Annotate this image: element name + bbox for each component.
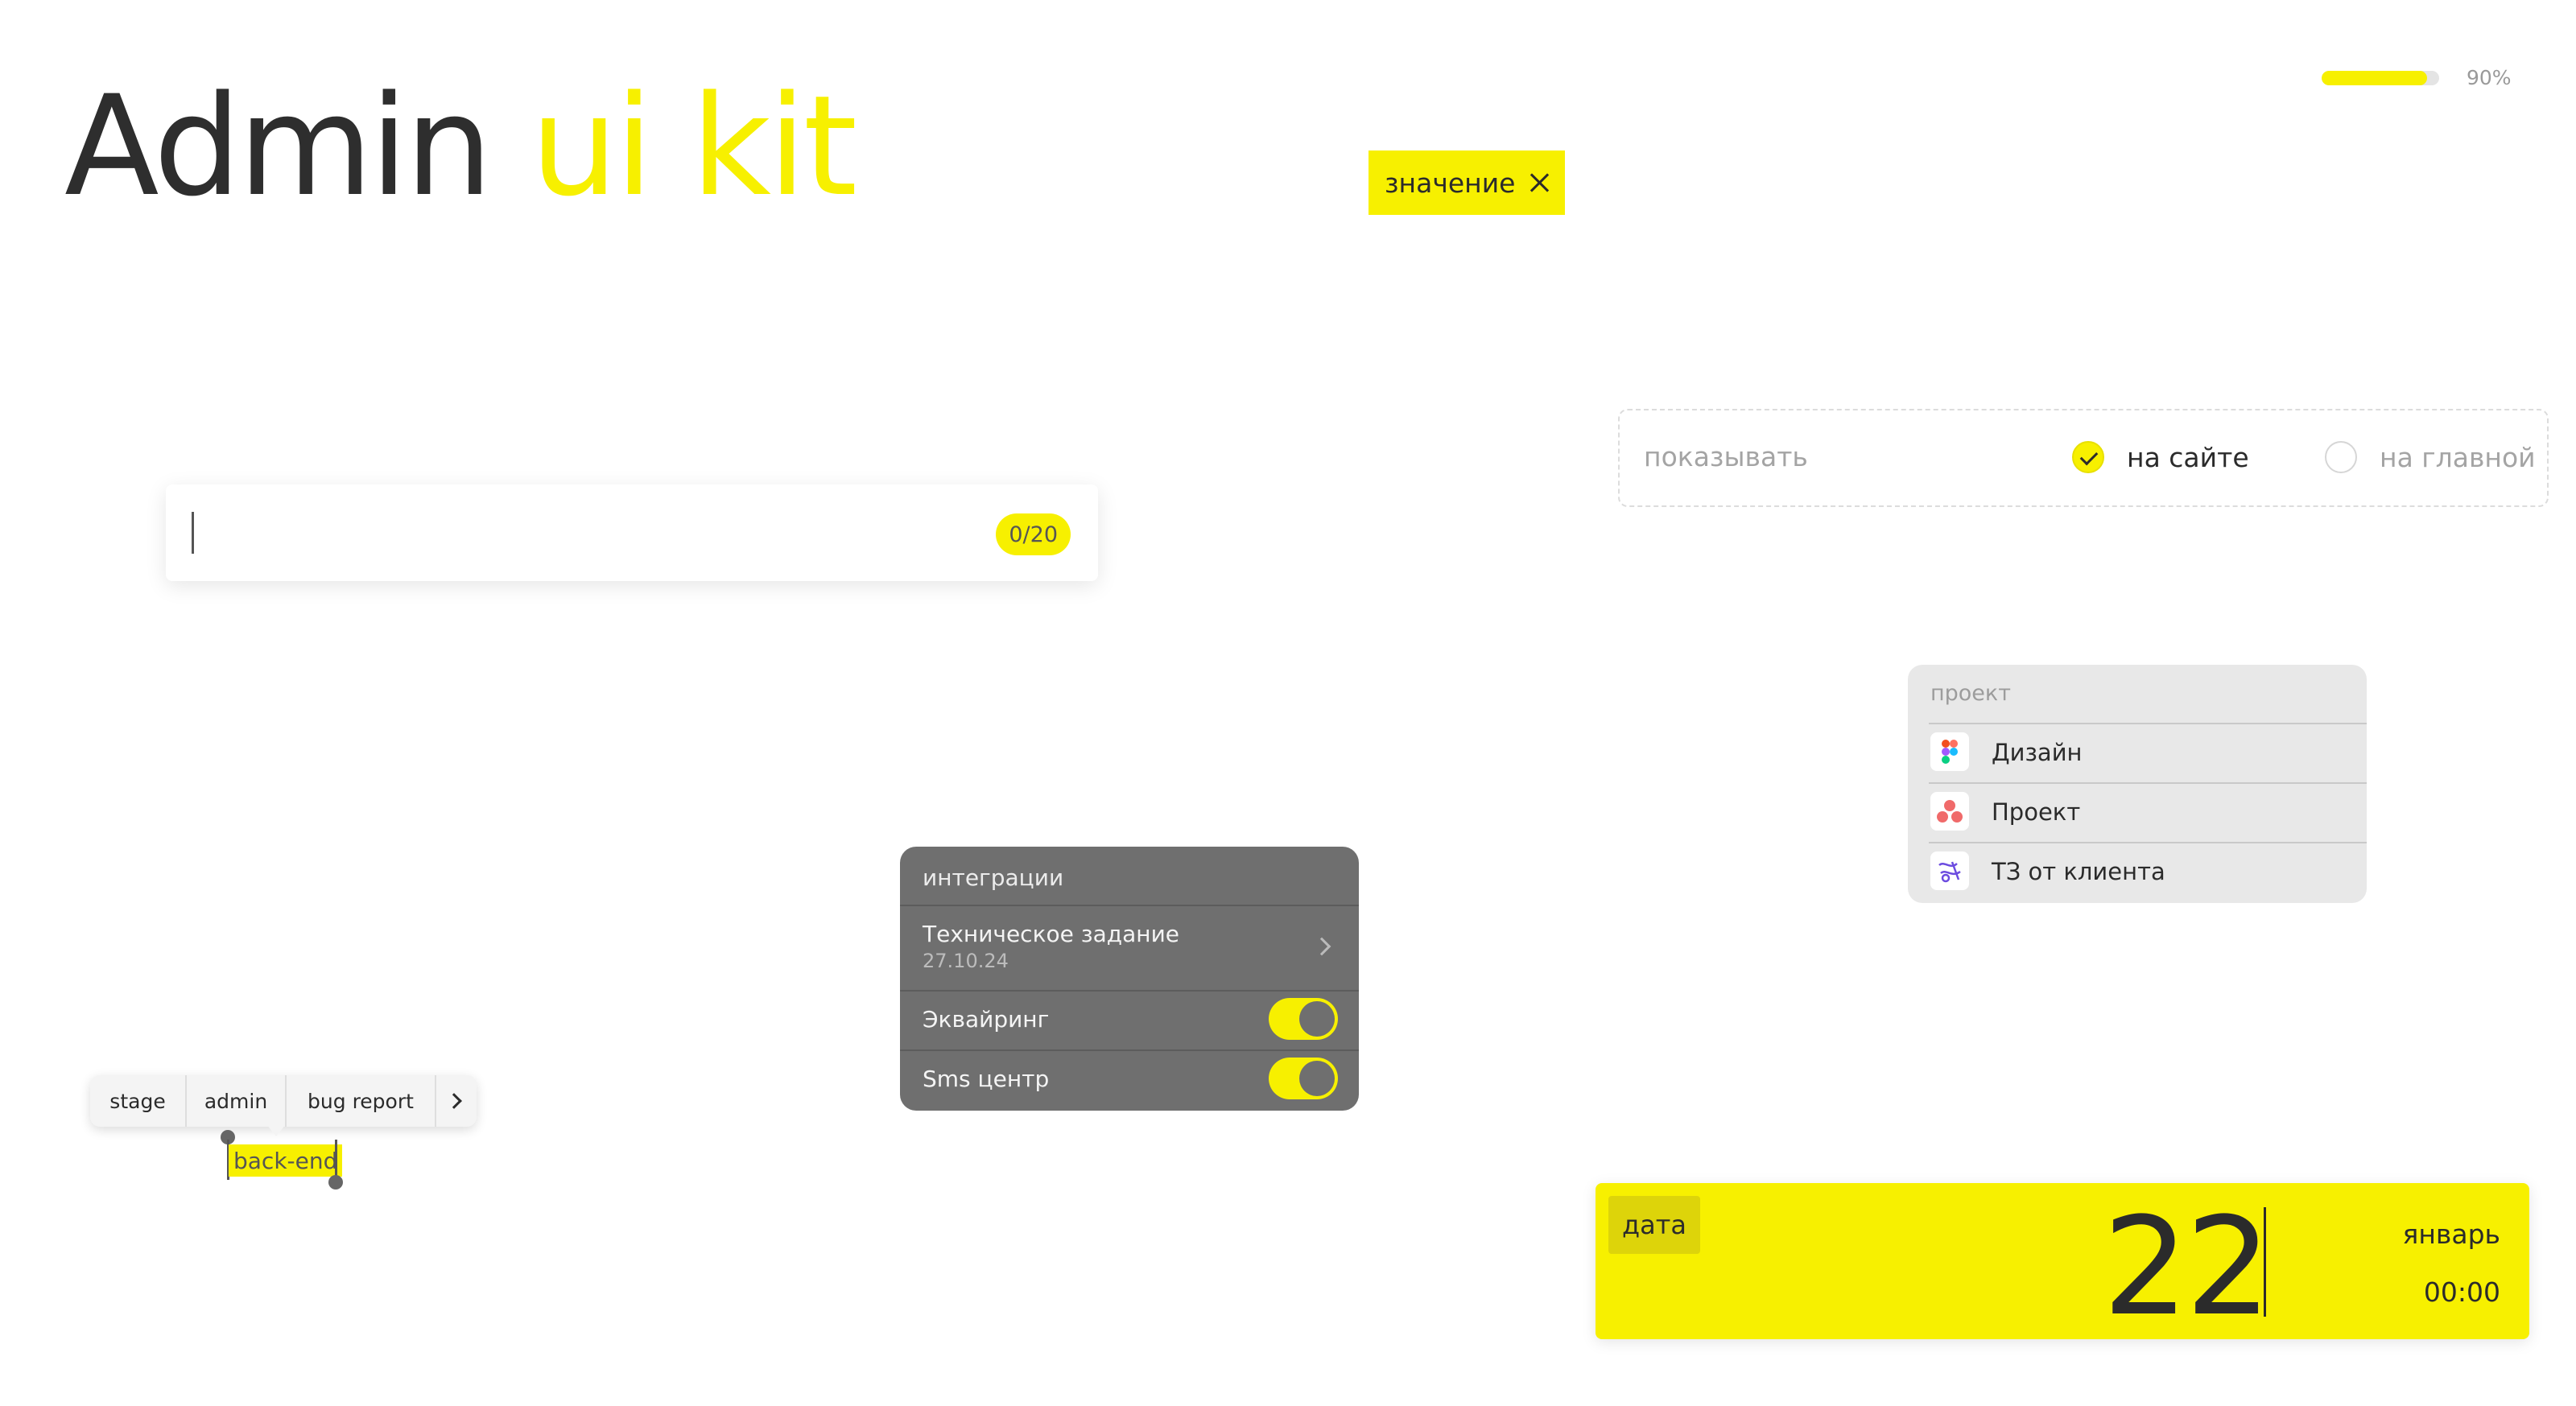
selection-handle-end[interactable] — [328, 1175, 343, 1190]
integration-row-acquiring: Эквайринг — [900, 990, 1359, 1049]
radio-option-label: на главной — [2380, 441, 2536, 473]
sms-toggle[interactable] — [1269, 1058, 1338, 1099]
radio-group-label: показывать — [1644, 441, 1808, 472]
toggle-knob — [1299, 1061, 1335, 1096]
divider — [1929, 782, 2367, 784]
radio-unchecked-icon[interactable] — [2325, 441, 2357, 473]
date-label: дата — [1608, 1196, 1700, 1254]
integration-row-spec[interactable]: Техническое задание 27.10.24 — [900, 905, 1359, 990]
radio-option-label: на сайте — [2127, 441, 2249, 473]
figma-icon — [1930, 732, 1969, 771]
text-input-field[interactable]: 0/20 — [166, 484, 1098, 581]
context-menu: stage admin bug report — [90, 1075, 477, 1127]
value-chip: значение — [1368, 150, 1565, 215]
context-menu-more[interactable] — [436, 1075, 477, 1127]
close-icon[interactable] — [1526, 169, 1554, 196]
date-month[interactable]: январь — [2403, 1218, 2501, 1250]
context-menu-pointer — [267, 1125, 285, 1136]
document-sketch-icon — [1930, 851, 1969, 890]
project-item-design[interactable]: Дизайн — [1908, 723, 2367, 782]
integrations-panel: интеграции Техническое задание 27.10.24 … — [900, 847, 1359, 1111]
divider — [1929, 842, 2367, 843]
integration-label: Эквайринг — [923, 1006, 1050, 1033]
progress-label: 90% — [2467, 66, 2512, 89]
asana-icon — [1930, 792, 1969, 831]
radio-checked-icon[interactable] — [2072, 441, 2104, 473]
project-item-label: Дизайн — [1992, 739, 2083, 766]
title-ui-kit: ui kit — [530, 65, 857, 227]
context-menu-item-stage[interactable]: stage — [90, 1075, 187, 1127]
character-counter: 0/20 — [996, 513, 1071, 555]
integrations-header: интеграции — [923, 864, 1064, 891]
project-item-label: ТЗ от клиента — [1992, 858, 2165, 885]
radio-option-main[interactable]: на главной — [2325, 441, 2536, 473]
progress-track — [2322, 70, 2439, 85]
progress-fill — [2322, 70, 2428, 85]
project-list: проект Дизайн Проект ТЗ от клиента — [1908, 665, 2367, 903]
selected-text[interactable]: back-end — [229, 1144, 343, 1177]
divider — [900, 1049, 1359, 1051]
selection-bar-end — [335, 1140, 337, 1180]
integration-label: Техническое задание — [923, 921, 1180, 947]
project-item-client-spec[interactable]: ТЗ от клиента — [1908, 842, 2367, 901]
chip-label: значение — [1385, 167, 1516, 199]
radio-option-site[interactable]: на сайте — [2072, 441, 2249, 473]
page-title: Admin ui kit — [64, 77, 857, 216]
integration-row-sms: Sms центр — [900, 1049, 1359, 1111]
date-picker[interactable]: дата 22 январь 00:00 — [1596, 1183, 2529, 1339]
progress-indicator: 90% — [2322, 66, 2512, 89]
project-item-project[interactable]: Проект — [1908, 782, 2367, 842]
date-time[interactable]: 00:00 — [2424, 1276, 2500, 1308]
integration-date: 27.10.24 — [923, 950, 1009, 972]
integration-label: Sms центр — [923, 1066, 1050, 1092]
project-item-label: Проект — [1992, 798, 2081, 826]
divider — [900, 990, 1359, 992]
context-menu-item-bug-report[interactable]: bug report — [287, 1075, 436, 1127]
title-admin: Admin — [64, 65, 493, 227]
chevron-right-icon — [446, 1093, 462, 1109]
acquiring-toggle[interactable] — [1269, 998, 1338, 1040]
chevron-right-icon — [1312, 937, 1331, 956]
toggle-knob — [1299, 1001, 1335, 1037]
text-caret — [192, 512, 194, 554]
divider — [1929, 723, 2367, 724]
context-menu-item-admin[interactable]: admin — [187, 1075, 287, 1127]
date-day[interactable]: 22 — [2103, 1199, 2272, 1334]
divider — [900, 905, 1359, 906]
visibility-radio-group: показывать на сайте на главной — [1618, 409, 2549, 507]
date-caret — [2264, 1207, 2266, 1317]
project-list-header: проект — [1930, 681, 2011, 706]
